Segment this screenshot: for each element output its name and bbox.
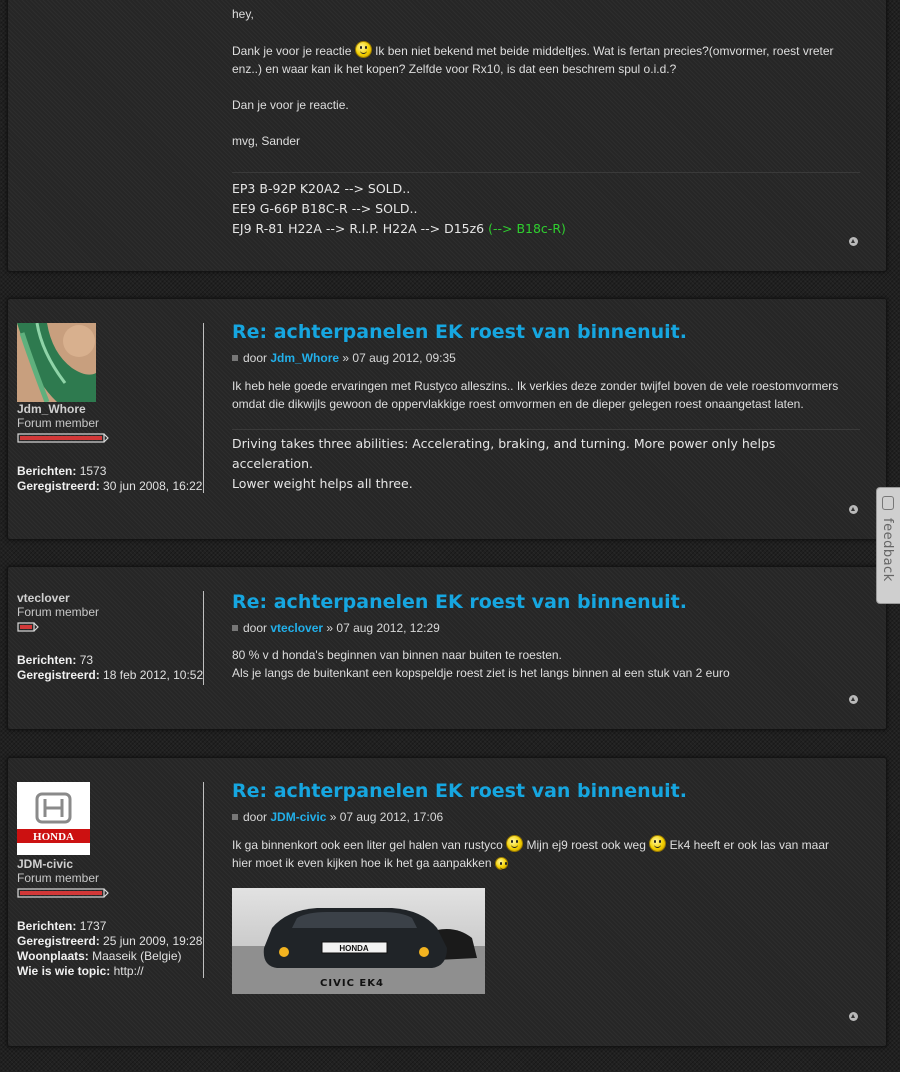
back-to-top-icon[interactable] (849, 505, 858, 514)
post-jdm-civic: HONDA JDM-civic Forum member Berichten: … (7, 757, 887, 1047)
smile-icon (354, 41, 372, 58)
username[interactable]: JDM-civic (17, 857, 203, 871)
post-text-line: enz..) en waar kan ik het kopen? Zelfde … (232, 62, 677, 76)
confused-icon (494, 857, 508, 870)
feedback-tab[interactable]: feedback (876, 487, 900, 604)
username[interactable]: Jdm_Whore (17, 402, 203, 416)
rank-bar-icon (17, 433, 109, 443)
post-icon[interactable] (232, 355, 238, 361)
posts-count: Berichten: 1737 (17, 919, 107, 933)
post-profile: Jdm_Whore Forum member Berichten: 1573 G… (17, 323, 204, 494)
post-sander: hey, Dank je voor je reactie Ik ben niet… (7, 0, 887, 272)
registered-date: Geregistreerd: 18 feb 2012, 10:52 (17, 668, 204, 682)
location: Woonplaats: Maaseik (Belgie) (17, 949, 182, 963)
feedback-icon (882, 496, 894, 510)
svg-text:HONDA: HONDA (339, 944, 369, 953)
post-profile: vteclover Forum member Berichten: 73 Ger… (17, 591, 204, 685)
author-link[interactable]: JDM-civic (270, 810, 326, 824)
back-to-top-icon[interactable] (849, 1012, 858, 1021)
post-vteclover: vteclover Forum member Berichten: 73 Ger… (7, 566, 887, 730)
author-link[interactable]: Jdm_Whore (270, 351, 339, 365)
user-avatar[interactable] (17, 323, 96, 402)
post-content: Ik heb hele goede ervaringen met Rustyco… (232, 379, 839, 411)
post-content: 80 % v d honda's beginnen van binnen naa… (232, 648, 730, 680)
post-content: hey, Dank je voor je reactie Ik ben niet… (232, 5, 860, 150)
post-byline: door vteclover » 07 aug 2012, 12:29 (232, 620, 860, 636)
post-title[interactable]: Re: achterpanelen EK roest van binnenuit… (232, 320, 860, 344)
rank-bar-icon (17, 888, 109, 898)
post-profile: HONDA JDM-civic Forum member Berichten: … (17, 782, 204, 979)
post-title[interactable]: Re: achterpanelen EK roest van binnenuit… (232, 779, 860, 803)
post-text-line: mvg, Sander (232, 134, 301, 148)
back-to-top-icon[interactable] (849, 695, 858, 704)
user-rank: Forum member (17, 416, 100, 430)
user-rank: Forum member (17, 605, 100, 619)
registered-date: Geregistreerd: 30 jun 2008, 16:22 (17, 479, 203, 493)
back-to-top-icon[interactable] (849, 237, 858, 246)
smile-icon (506, 835, 524, 852)
post-icon[interactable] (232, 625, 238, 631)
username[interactable]: vteclover (17, 591, 203, 605)
user-rank: Forum member (17, 871, 100, 885)
posts-count: Berichten: 1573 (17, 464, 107, 478)
signature-image: HONDA CIVIC EK4 (232, 888, 485, 994)
post-text-line: hey, (232, 7, 254, 21)
posts-count: Berichten: 73 (17, 653, 94, 667)
rank-bar-icon (17, 622, 39, 632)
post-text-line: Dan je voor je reactie. (232, 98, 349, 112)
signature: Driving takes three abilities: Accelerat… (232, 429, 860, 494)
author-link[interactable]: vteclover (270, 621, 323, 635)
post-byline: door Jdm_Whore » 07 aug 2012, 09:35 (232, 350, 860, 366)
registered-date: Geregistreerd: 25 jun 2009, 19:28 (17, 934, 203, 948)
post-title[interactable]: Re: achterpanelen EK roest van binnenuit… (232, 590, 860, 614)
post-content: Ik ga binnenkort ook een liter gel halen… (232, 835, 860, 872)
signature: EP3 B-92P K20A2 --> SOLD.. EE9 G-66P B18… (232, 172, 860, 239)
user-avatar[interactable]: HONDA (17, 782, 90, 855)
wie-is-wie-link[interactable]: Wie is wie topic: http:// (17, 964, 203, 979)
svg-text:CIVIC EK4: CIVIC EK4 (320, 978, 384, 989)
honda-logo-text: HONDA (33, 831, 74, 843)
post-text-line: Dank je voor je reactie Ik ben niet beke… (232, 41, 860, 60)
post-jdm-whore: Jdm_Whore Forum member Berichten: 1573 G… (7, 298, 887, 540)
laugh-icon (649, 835, 667, 852)
post-byline: door JDM-civic » 07 aug 2012, 17:06 (232, 809, 860, 825)
post-icon[interactable] (232, 814, 238, 820)
